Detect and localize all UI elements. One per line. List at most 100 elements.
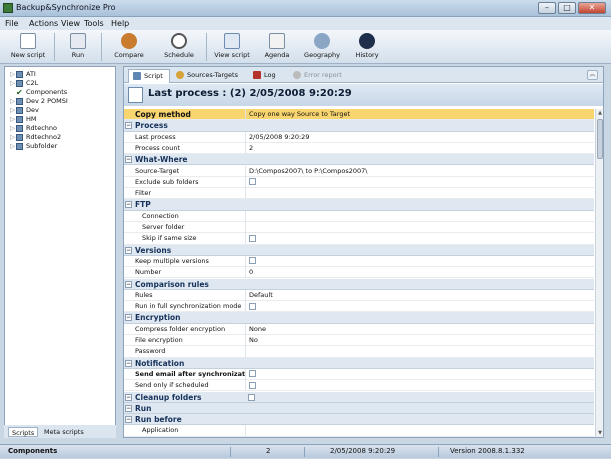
menu-view[interactable]: View (61, 19, 80, 28)
tree-item-dev2pomsi[interactable]: ▷ Dev 2 POMSI (10, 97, 68, 106)
tab-log[interactable]: Log (249, 69, 282, 83)
grid-row[interactable]: Source-Target D:\Compos2007\ to P:\Compos… (124, 165, 594, 177)
grid-value[interactable] (245, 346, 594, 358)
grid-category[interactable]: − Cleanup folders (124, 391, 594, 403)
grid-value[interactable] (245, 425, 594, 437)
grid-category[interactable]: − Process (124, 120, 594, 132)
collapse-toggle-icon[interactable]: − (125, 201, 132, 209)
collapse-toggle-icon[interactable]: − (125, 122, 132, 130)
menu-help[interactable]: Help (111, 19, 129, 28)
minimize-icon[interactable]: – (538, 2, 556, 14)
grid-value[interactable]: 0 (245, 267, 594, 279)
grid-category[interactable]: − Run before (124, 414, 594, 426)
history-button[interactable]: History (348, 31, 386, 63)
checkbox[interactable] (249, 234, 256, 242)
grid-row[interactable]: Exclude sub folders (124, 176, 594, 189)
collapse-toggle-icon[interactable]: − (125, 314, 132, 322)
collapse-toggle-icon[interactable]: − (125, 156, 132, 164)
grid-row[interactable]: Rules Default (124, 289, 594, 302)
grid-value[interactable] (245, 392, 594, 403)
collapse-toggle-icon[interactable]: − (125, 404, 132, 412)
tree-item-dev[interactable]: ▷ Dev (10, 106, 39, 115)
collapse-toggle-icon[interactable]: − (125, 246, 132, 254)
tree-item-c2l[interactable]: ▷ C2L (10, 79, 38, 88)
grid-row[interactable]: Copy method Copy one way Source to Target (124, 109, 594, 121)
menu-tools[interactable]: Tools (84, 19, 104, 28)
run-button[interactable]: Run (58, 31, 98, 63)
grid-value[interactable]: Copy one way Source to Target (245, 109, 594, 120)
grid-row[interactable]: Send email after synchronizati... (124, 368, 594, 381)
scroll-thumb[interactable] (597, 119, 603, 159)
grid-category[interactable]: − Run (124, 402, 594, 415)
grid-value[interactable] (245, 255, 594, 267)
grid-value[interactable] (245, 176, 594, 188)
tab-script[interactable]: Script (128, 69, 170, 83)
checkbox[interactable] (249, 381, 256, 389)
checkbox[interactable] (248, 394, 255, 401)
tab-error-report[interactable]: Error report (289, 69, 348, 83)
grid-value[interactable]: 2 (245, 142, 594, 154)
grid-value[interactable] (245, 368, 594, 380)
grid-row[interactable]: Run in full synchronization mode (124, 301, 594, 313)
grid-row[interactable]: Application (124, 425, 594, 437)
scroll-up-icon[interactable]: ▲ (596, 109, 604, 117)
checkbox[interactable] (249, 257, 256, 265)
agenda-button[interactable]: Agenda (258, 31, 296, 63)
grid-value[interactable]: No (245, 335, 594, 346)
grid-row[interactable]: Compress folder encryption None (124, 323, 594, 335)
close-icon[interactable]: ✕ (578, 2, 606, 14)
grid-category[interactable]: − Comparison rules (124, 278, 594, 290)
grid-row[interactable]: Keep multiple versions (124, 255, 594, 268)
geography-button[interactable]: Geography (300, 31, 344, 63)
grid-value[interactable] (245, 188, 594, 200)
grid-category[interactable]: − What-Where (124, 154, 594, 166)
grid-row[interactable]: Skip if same size (124, 233, 594, 245)
new-script-button[interactable]: New script (4, 31, 52, 63)
grid-value[interactable]: Default (245, 289, 594, 301)
collapse-icon[interactable]: ︽ (587, 70, 598, 80)
grid-value[interactable] (245, 301, 594, 313)
grid-row[interactable]: Last process 2/05/2008 9:20:29 (124, 131, 594, 143)
grid-category[interactable]: − Notification (124, 357, 594, 369)
grid-category[interactable]: − FTP (124, 199, 594, 211)
schedule-button[interactable]: Schedule (156, 31, 202, 63)
maximize-icon[interactable]: □ (558, 2, 576, 14)
tree-item-hm[interactable]: ▷ HM (10, 115, 37, 124)
tab-scripts[interactable]: Scripts (8, 427, 39, 437)
grid-value[interactable] (245, 380, 594, 392)
grid-category[interactable]: − Encryption (124, 312, 594, 324)
grid-row[interactable]: File encryption No (124, 335, 594, 347)
tree-item-rdtechno2[interactable]: ▷ Rdtechno2 (10, 133, 61, 142)
grid-category[interactable]: − Versions (124, 244, 594, 256)
grid-row[interactable]: Process count 2 (124, 142, 594, 155)
panel-splitter[interactable] (117, 66, 122, 438)
grid-row[interactable]: Password (124, 346, 594, 358)
tree-item-components[interactable]: ✔ Components (10, 88, 67, 97)
grid-row[interactable]: Filter (124, 188, 594, 200)
grid-row[interactable]: Server folder (124, 222, 594, 234)
menu-file[interactable]: File (5, 19, 18, 28)
grid-value[interactable]: 2/05/2008 9:20:29 (245, 131, 594, 143)
grid-row[interactable]: Connection (124, 210, 594, 222)
grid-value[interactable]: D:\Compos2007\ to P:\Compos2007\ (245, 165, 594, 177)
collapse-toggle-icon[interactable]: − (125, 416, 132, 424)
tab-meta-scripts[interactable]: Meta scripts (41, 427, 87, 437)
grid-value[interactable] (245, 233, 594, 245)
collapse-toggle-icon[interactable]: − (125, 280, 132, 288)
collapse-toggle-icon[interactable]: − (125, 393, 132, 401)
checkbox[interactable] (249, 178, 256, 186)
checkbox[interactable] (249, 370, 256, 378)
grid-value[interactable] (245, 210, 594, 222)
grid-row[interactable]: Send only if scheduled (124, 380, 594, 392)
view-script-button[interactable]: View script (210, 31, 254, 63)
tab-sources-targets[interactable]: Sources-Targets (172, 69, 244, 83)
tree-item-ati[interactable]: ▷ ATI (10, 70, 36, 79)
compare-button[interactable]: Compare (106, 31, 152, 63)
collapse-toggle-icon[interactable]: − (125, 359, 132, 367)
menu-actions[interactable]: Actions (29, 19, 58, 28)
tree-item-subfolder[interactable]: ▷ Subfolder (10, 142, 57, 151)
grid-row[interactable]: Number 0 (124, 267, 594, 279)
grid-scrollbar[interactable]: ▲ ▼ (595, 109, 603, 437)
scroll-down-icon[interactable]: ▼ (596, 429, 604, 437)
tree-item-rdtechno[interactable]: ▷ Rdtechno (10, 124, 57, 133)
